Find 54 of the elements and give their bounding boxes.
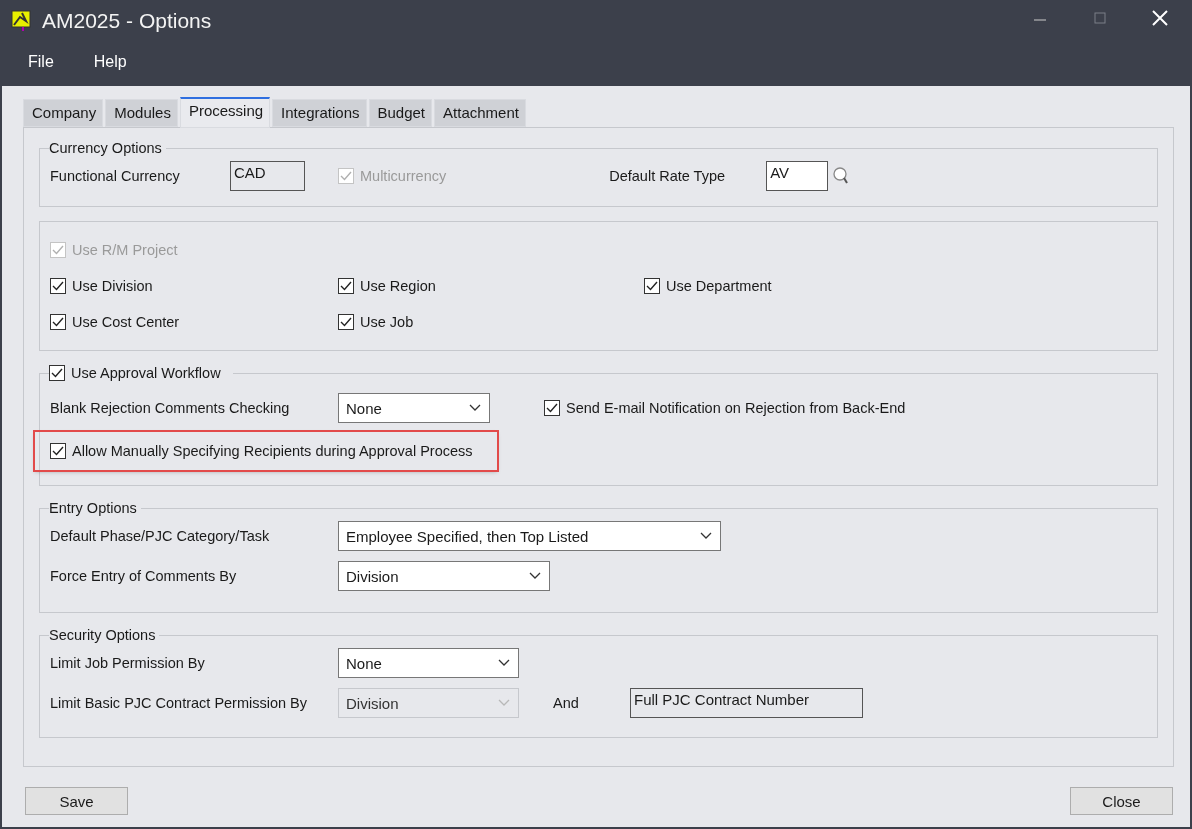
checkmark-icon xyxy=(340,281,352,291)
option-checkbox[interactable]: Use Job xyxy=(338,314,414,330)
group-legend: Entry Options xyxy=(49,500,141,516)
close-button[interactable]: Close xyxy=(1070,787,1173,815)
checkmark-icon xyxy=(51,368,63,378)
tab[interactable]: Attachment xyxy=(434,99,526,127)
chevron-down-icon xyxy=(498,659,510,667)
dropdown[interactable]: Division xyxy=(338,561,550,591)
checkmark-icon xyxy=(52,317,64,327)
text-field[interactable]: AV xyxy=(766,161,829,191)
chevron-down-icon xyxy=(529,572,541,580)
tab[interactable]: Company xyxy=(23,99,104,127)
window-title: AM2025 - Options xyxy=(42,9,213,33)
dropdown[interactable]: Employee Specified, then Top Listed xyxy=(338,521,721,551)
chevron-down-icon xyxy=(469,404,481,412)
text-field[interactable]: Full PJC Contract Number xyxy=(630,688,863,718)
field-label: Limit Job Permission By xyxy=(50,655,206,671)
option-checkbox[interactable]: Use Cost Center xyxy=(50,314,180,330)
checkmark-icon xyxy=(52,281,64,291)
option-checkbox[interactable]: Use Division xyxy=(50,278,153,294)
group-legend: Security Options xyxy=(49,627,160,643)
field-label: Blank Rejection Comments Checking xyxy=(50,400,291,416)
field-label: Functional Currency xyxy=(50,168,181,184)
chevron-down-icon xyxy=(700,532,712,540)
tab[interactable]: Modules xyxy=(105,99,178,127)
checkmark-icon xyxy=(546,403,558,413)
menu-item[interactable]: File xyxy=(28,51,54,73)
field-label: Default Rate Type xyxy=(609,168,727,184)
tab[interactable]: Integrations xyxy=(272,99,367,127)
search-icon[interactable] xyxy=(832,166,851,186)
checkmark-icon xyxy=(340,317,352,327)
checkmark-icon xyxy=(52,245,64,255)
field-label: Limit Basic PJC Contract Permission By xyxy=(50,695,309,711)
checkmark-icon xyxy=(52,446,64,456)
checkmark-icon xyxy=(646,281,658,291)
field-label: And xyxy=(553,695,580,711)
workflow-checkbox[interactable]: Use Approval Workflow xyxy=(49,365,221,381)
checkmark-icon xyxy=(340,171,352,181)
recipients-checkbox[interactable]: Allow Manually Specifying Recipients during Approval Process xyxy=(35,432,497,470)
dropdown[interactable]: None xyxy=(338,393,490,423)
tab[interactable]: Budget xyxy=(368,99,433,127)
chevron-down-icon xyxy=(498,699,510,707)
group-legend: Currency Options xyxy=(49,140,166,156)
tab[interactable]: Processing xyxy=(179,97,271,128)
app-icon xyxy=(10,9,32,33)
field-label: Default Phase/PJC Category/Task xyxy=(50,528,271,544)
menu-item[interactable]: Help xyxy=(93,51,127,73)
field-label: Force Entry of Comments By xyxy=(50,568,238,584)
dropdown[interactable]: None xyxy=(338,648,519,678)
text-field[interactable]: CAD xyxy=(230,161,305,191)
option-checkbox[interactable]: Use Region xyxy=(338,278,436,294)
save-button[interactable]: Save xyxy=(25,787,128,815)
notification-checkbox[interactable]: Send E-mail Notification on Rejection from Back-End xyxy=(544,400,906,416)
option-checkbox[interactable]: Use Department xyxy=(644,278,772,294)
